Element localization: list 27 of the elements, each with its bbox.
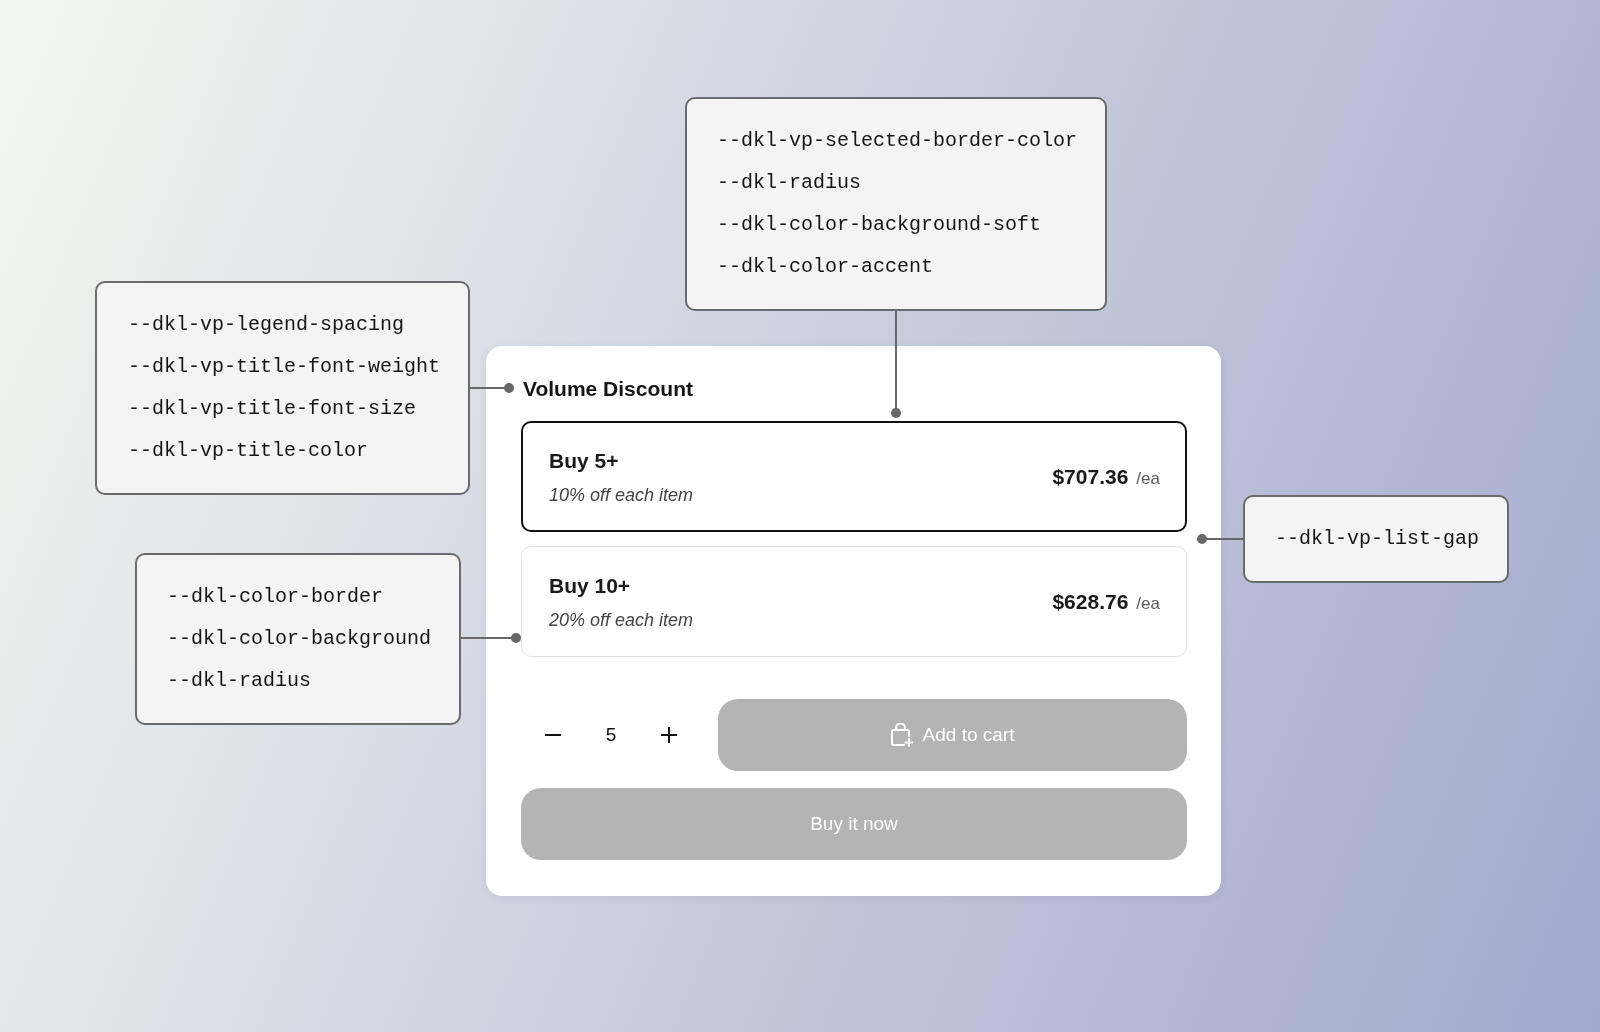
variable-name: --dkl-vp-list-gap bbox=[1275, 526, 1480, 552]
tier-price: $707.36 bbox=[1052, 465, 1129, 489]
price-unit: /ea bbox=[1136, 469, 1160, 489]
variable-name: --dkl-vp-title-font-weight bbox=[128, 354, 441, 380]
variable-name: --dkl-color-background-soft bbox=[717, 212, 1043, 238]
minus-icon bbox=[545, 734, 561, 736]
tier-label: Buy 5+ bbox=[549, 448, 619, 473]
variable-name: --dkl-vp-legend-spacing bbox=[128, 312, 406, 338]
variable-name: --dkl-radius bbox=[717, 170, 863, 196]
tier-description: 10% off each item bbox=[549, 484, 694, 506]
variable-name: --dkl-vp-selected-border-color bbox=[717, 128, 1078, 154]
price-unit: /ea bbox=[1136, 594, 1160, 614]
tier-description: 20% off each item bbox=[549, 609, 694, 631]
variable-name: --dkl-radius bbox=[167, 668, 313, 694]
tier-label: Buy 10+ bbox=[549, 573, 631, 598]
quantity-value: 5 bbox=[604, 724, 618, 746]
tier-price: $628.76 bbox=[1052, 590, 1129, 614]
variable-name: --dkl-color-border bbox=[167, 584, 385, 610]
plus-icon bbox=[661, 727, 677, 743]
variable-name: --dkl-color-background bbox=[167, 626, 432, 652]
variable-name: --dkl-color-accent bbox=[717, 254, 935, 280]
widget-title: Volume Discount bbox=[523, 376, 693, 402]
variable-name: --dkl-vp-title-font-size bbox=[128, 396, 418, 422]
tier-option[interactable]: Buy 10+ 20% off each item $628.76 /ea bbox=[521, 546, 1187, 657]
variable-name: --dkl-vp-title-color bbox=[128, 438, 370, 464]
shopping-bag-icon bbox=[890, 723, 913, 747]
tier-option[interactable]: Buy 5+ 10% off each item $707.36 /ea bbox=[521, 421, 1187, 532]
